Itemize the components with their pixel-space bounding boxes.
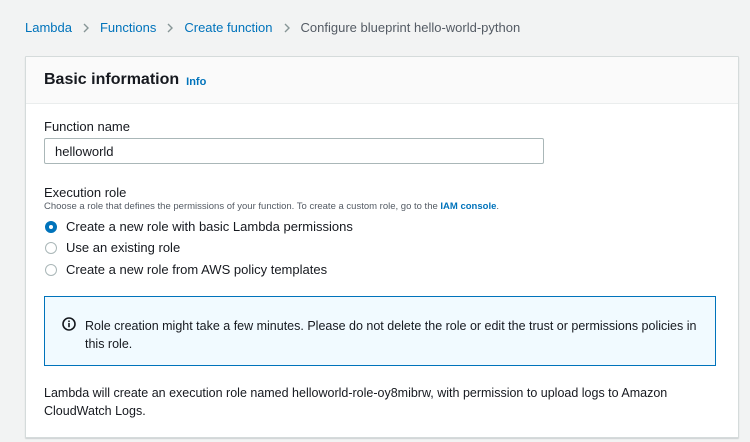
breadcrumb-lambda[interactable]: Lambda bbox=[25, 19, 72, 37]
breadcrumb-current: Configure blueprint hello-world-python bbox=[300, 20, 521, 35]
chevron-right-icon bbox=[82, 23, 90, 33]
basic-information-panel: Basic information Info Function name Exe… bbox=[25, 56, 739, 438]
radio-button[interactable] bbox=[45, 241, 57, 254]
breadcrumb-functions[interactable]: Functions bbox=[100, 19, 156, 37]
chevron-right-icon bbox=[166, 23, 174, 33]
radio-label: Create a new role with basic Lambda perm… bbox=[66, 219, 353, 234]
role-summary-text: Lambda will create an execution role nam… bbox=[44, 386, 668, 418]
radio-create-new-role[interactable]: Create a new role with basic Lambda perm… bbox=[44, 219, 353, 234]
panel-header: Basic information Info bbox=[26, 57, 738, 104]
description-end: . bbox=[496, 201, 500, 212]
radio-button[interactable] bbox=[45, 263, 57, 276]
execution-role-description: Choose a role that defines the permissio… bbox=[44, 201, 499, 212]
radio-use-existing-role[interactable]: Use an existing role bbox=[44, 240, 180, 255]
execution-role-label: Execution role bbox=[44, 185, 127, 200]
description-text: Choose a role that defines the permissio… bbox=[44, 201, 438, 212]
chevron-right-icon bbox=[283, 23, 291, 33]
function-name-input[interactable] bbox=[44, 138, 544, 164]
alert-text: Role creation might take a few minutes. … bbox=[85, 319, 697, 351]
radio-button-selected[interactable] bbox=[45, 220, 57, 233]
info-alert: Role creation might take a few minutes. … bbox=[44, 296, 716, 366]
radio-label: Create a new role from AWS policy templa… bbox=[66, 262, 328, 277]
radio-label: Use an existing role bbox=[66, 240, 181, 255]
info-circle-icon bbox=[62, 317, 76, 331]
info-link[interactable]: Info bbox=[186, 76, 206, 88]
iam-console-link[interactable]: IAM console bbox=[440, 201, 496, 212]
function-name-label: Function name bbox=[44, 119, 130, 134]
radio-policy-templates[interactable]: Create a new role from AWS policy templa… bbox=[44, 262, 327, 277]
panel-title: Basic information bbox=[44, 71, 180, 88]
breadcrumb: Lambda Functions Create function Configu… bbox=[25, 19, 520, 37]
breadcrumb-create-function[interactable]: Create function bbox=[184, 19, 272, 37]
